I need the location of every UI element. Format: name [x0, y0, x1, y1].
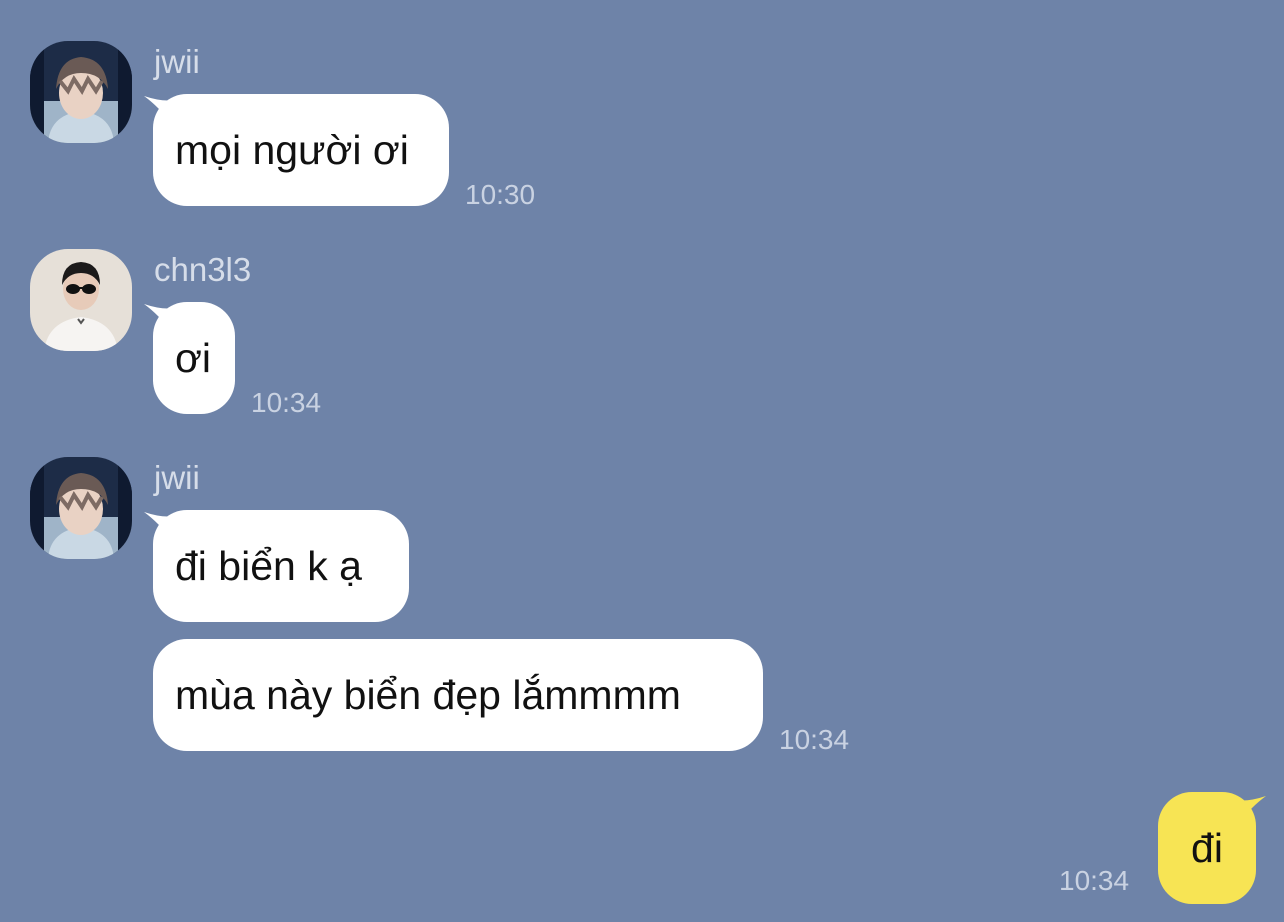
avatar-jwii-image [30, 457, 132, 559]
message-bubble[interactable]: ơi [153, 302, 235, 414]
message-time: 10:30 [465, 179, 536, 210]
message-bubble[interactable]: đi biển k ạ [153, 510, 409, 622]
message-time: 10:34 [779, 724, 850, 755]
message-time: 10:34 [251, 387, 322, 418]
sender-name: jwii [154, 43, 200, 80]
sender-name: chn3l3 [154, 251, 252, 288]
avatar[interactable] [30, 41, 132, 143]
chat-area: jwii mọi người ơi 10:30 chn3l3 ơi 10:34 [0, 0, 1284, 922]
message-bubble[interactable]: mùa này biển đẹp lắmmmm [153, 639, 763, 751]
message-bubble[interactable]: mọi người ơi [153, 94, 449, 206]
outgoing-message-bubble[interactable]: đi [1158, 792, 1256, 904]
sender-name: jwii [154, 459, 200, 496]
avatar-chn3l3-image [30, 249, 132, 351]
avatar[interactable] [30, 249, 132, 351]
message-time: 10:34 [1059, 865, 1130, 896]
avatar[interactable] [30, 457, 132, 559]
avatar-jwii-image [30, 41, 132, 143]
